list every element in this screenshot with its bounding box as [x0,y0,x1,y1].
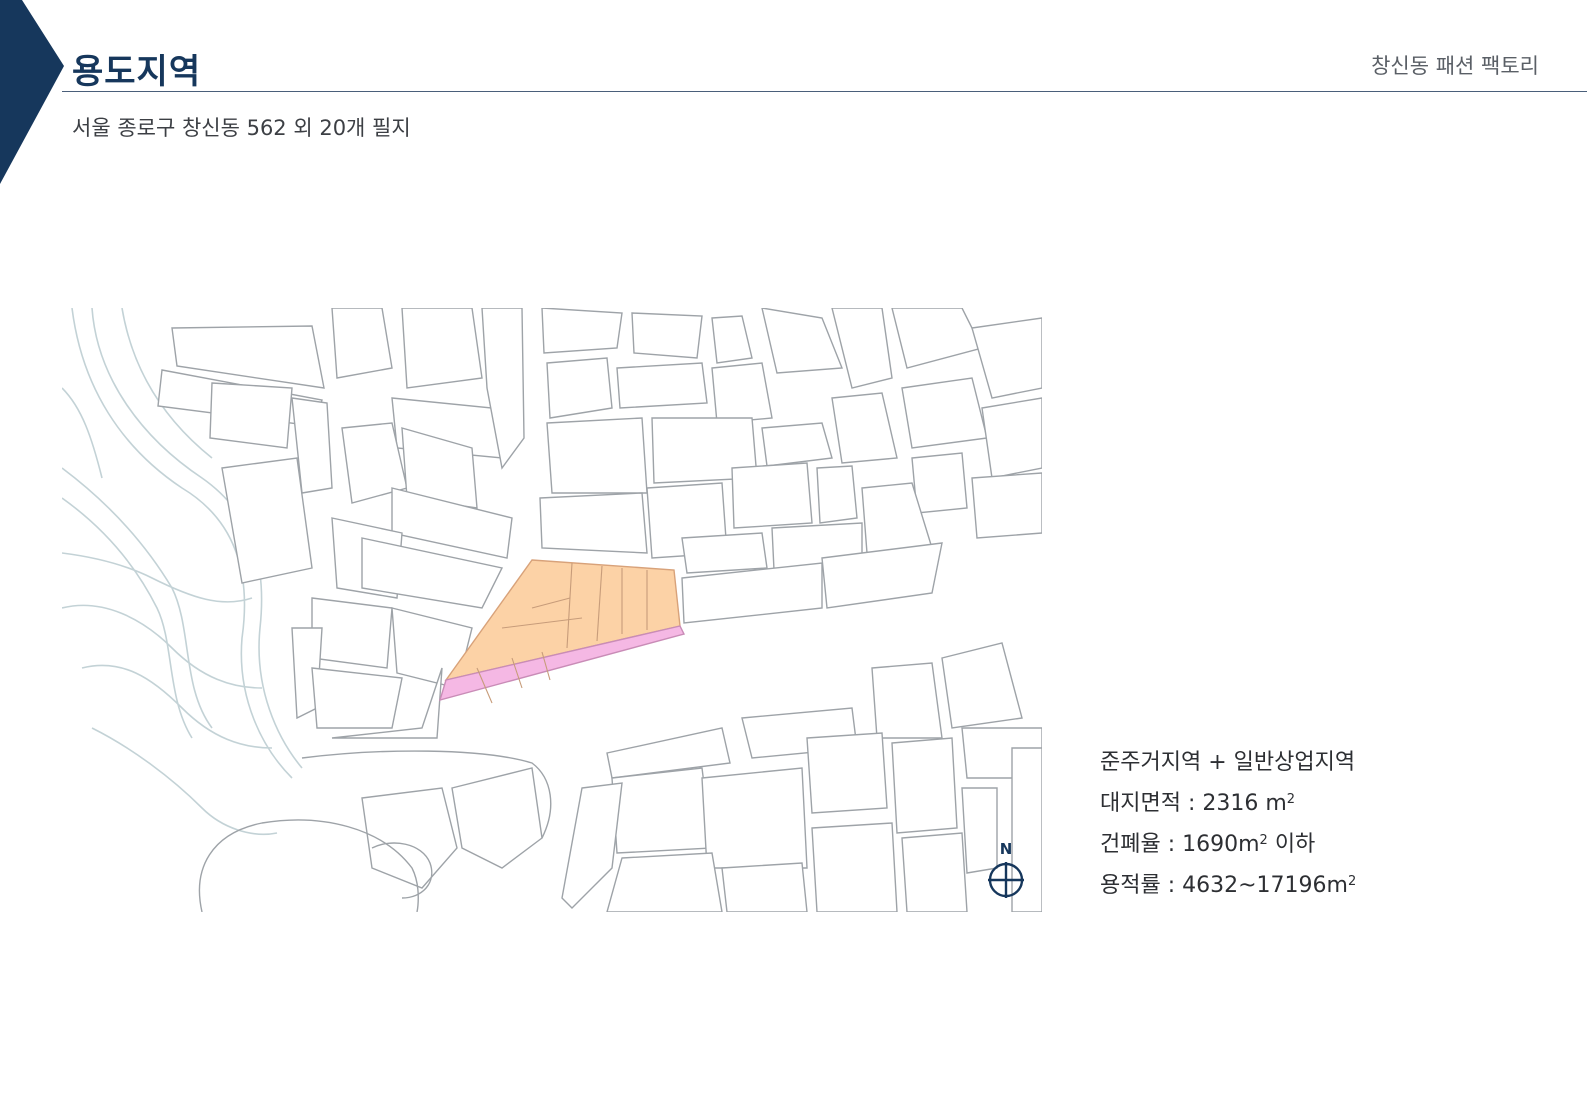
site-area: 대지면적 : 2316 m2 [1100,791,1296,816]
floor-area-ratio: 용적률 : 4632~17196m2 [1100,873,1357,898]
zoning-info: 준주거지역 + 일반상업지역 대지면적 : 2316 m2 건폐율 : 1690… [1100,746,1356,910]
project-name: 창신동 패션 팩토리 [1371,54,1539,78]
site-map: N [62,308,1042,912]
zoning-type: 준주거지역 + 일반상업지역 [1100,750,1356,775]
page-title: 용도지역 [72,52,202,92]
north-label: N [1000,840,1013,858]
site-address: 서울 종로구 창신동 562 외 20개 필지 [72,116,411,140]
header-divider [62,91,1587,92]
corner-accent [0,0,64,184]
building-coverage: 건폐율 : 1690m2 이하 [1100,832,1316,857]
